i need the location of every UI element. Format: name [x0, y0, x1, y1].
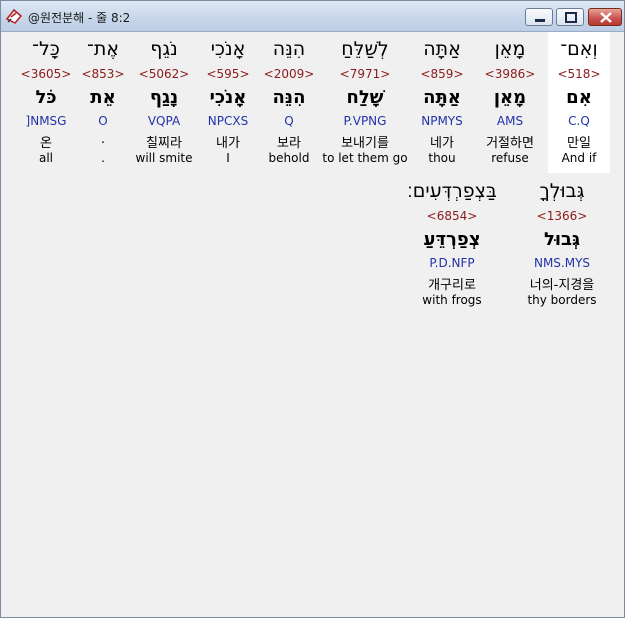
korean-gloss: 보내기를	[341, 136, 389, 151]
korean-gloss: .	[100, 132, 106, 147]
lemma: נָגַף	[149, 87, 179, 108]
lemma: אֵת	[90, 87, 116, 108]
english-gloss: .	[101, 151, 105, 165]
strong-number[interactable]: <7971>	[320, 67, 410, 81]
morphology-code: NPCXS	[207, 114, 249, 128]
english-gloss: thou	[428, 151, 456, 165]
morphology-code: ]NMSG	[25, 114, 67, 128]
restore-icon	[565, 12, 577, 23]
hebrew-word: וְאִם־	[560, 38, 598, 60]
lemma: כֹּל	[35, 87, 57, 108]
hebrew-word: נֹגֵף	[150, 38, 178, 60]
hebrew-word: הִנֵּה	[272, 38, 306, 60]
word-cell[interactable]: כָּל־ <3605> כֹּל ]NMSG 온 all	[17, 32, 75, 173]
word-cell[interactable]: אָנֹכִי <595> אָנֹכִי NPCXS 내가 I	[198, 32, 258, 173]
window-title: @원전분해 - 줄 8:2	[28, 11, 131, 25]
english-gloss: refuse	[491, 151, 529, 165]
english-gloss: behold	[268, 151, 310, 165]
lemma: הִנֵּה	[272, 87, 306, 108]
hebrew-word: אֶת־	[86, 38, 120, 60]
close-icon	[600, 12, 612, 23]
strong-number[interactable]: <859>	[409, 67, 475, 81]
strong-number[interactable]: <3605>	[17, 67, 75, 81]
hebrew-word: גְּבוּלְךָ	[539, 180, 585, 202]
morphology-code: VQPA	[147, 114, 181, 128]
hebrew-word: אָנֹכִי	[210, 38, 246, 60]
strong-number[interactable]: <3986>	[474, 67, 546, 81]
lemma: גְּבוּל	[543, 229, 581, 250]
hebrew-word: לְשַׁלֵּחַ	[341, 38, 389, 60]
korean-gloss: 네가	[430, 136, 454, 151]
english-gloss: to let them go	[322, 151, 408, 165]
hebrew-word: בַּצְפַרְדְּעִים׃	[407, 180, 497, 202]
lemma: מָאֵן	[493, 87, 527, 108]
korean-gloss: 개구리로	[428, 278, 476, 293]
close-button[interactable]	[588, 8, 622, 26]
minimize-icon	[535, 19, 545, 22]
morphology-code: NMS.MYS	[533, 256, 591, 270]
morphology-code: P.D.NFP	[429, 256, 475, 270]
strong-number[interactable]: <853>	[78, 67, 128, 81]
word-cell[interactable]: מָאֵן <3986> מָאֵן AMS 거절하면 refuse	[474, 32, 546, 173]
interlinear-view: וְאִם־ <518> אִם C.Q 만일 And if מָאֵן <39…	[1, 32, 624, 617]
word-cell[interactable]: אֶת־ <853> אֵת O . .	[78, 32, 128, 173]
morphology-code: P.VPNG	[343, 114, 387, 128]
lemma: צְפַרְדֵּעַ	[423, 229, 481, 250]
morphology-code: Q	[284, 114, 294, 128]
korean-gloss: 거절하면	[486, 136, 534, 151]
word-cell[interactable]: בַּצְפַרְדְּעִים׃ <6854> צְפַרְדֵּעַ P.D…	[393, 174, 511, 315]
word-cell[interactable]: אַתָּה <859> אַתָּה NPMYS 네가 thou	[409, 32, 475, 173]
app-icon[interactable]	[5, 7, 23, 25]
korean-gloss: 만일	[567, 136, 591, 151]
english-gloss: all	[38, 151, 54, 165]
app-window: @원전분해 - 줄 8:2 וְאִם־ <518> אִם C.Q 만일 An…	[0, 0, 625, 618]
hebrew-word: אַתָּה	[423, 38, 461, 60]
strong-number[interactable]: <518>	[548, 67, 610, 81]
english-gloss: thy borders	[527, 293, 597, 307]
english-gloss: I	[226, 151, 230, 165]
english-gloss: And if	[561, 151, 597, 165]
word-cell[interactable]: נֹגֵף <5062> נָגַף VQPA 칠찌라 will smite	[132, 32, 196, 173]
lemma: שָׁלַח	[346, 87, 384, 108]
korean-gloss: 내가	[216, 136, 240, 151]
lemma: אָנֹכִי	[209, 87, 247, 108]
hebrew-word: כָּל־	[32, 38, 60, 60]
strong-number[interactable]: <6854>	[393, 209, 511, 223]
korean-gloss: 너의-지경을	[529, 278, 595, 293]
english-gloss: with frogs	[422, 293, 482, 307]
morphology-code: AMS	[496, 114, 524, 128]
word-cell[interactable]: גְּבוּלְךָ <1366> גְּבוּל NMS.MYS 너의-지경을…	[515, 174, 609, 315]
strong-number[interactable]: <5062>	[132, 67, 196, 81]
korean-gloss: 보라	[277, 136, 301, 151]
lemma: אִם	[566, 87, 592, 108]
lemma: אַתָּה	[423, 87, 461, 108]
morphology-code: O	[98, 114, 108, 128]
minimize-button[interactable]	[525, 8, 553, 26]
strong-number[interactable]: <1366>	[515, 209, 609, 223]
word-cell[interactable]: וְאִם־ <518> אִם C.Q 만일 And if	[548, 32, 610, 173]
strong-number[interactable]: <595>	[198, 67, 258, 81]
hebrew-word: מָאֵן	[494, 38, 526, 60]
korean-gloss: 칠찌라	[146, 136, 182, 151]
maximize-button[interactable]	[556, 8, 584, 26]
strong-number[interactable]: <2009>	[260, 67, 318, 81]
korean-gloss: 온	[40, 136, 52, 151]
word-cell[interactable]: הִנֵּה <2009> הִנֵּה Q 보라 behold	[260, 32, 318, 173]
morphology-code: C.Q	[568, 114, 590, 128]
title-bar[interactable]: @원전분해 - 줄 8:2	[1, 1, 624, 32]
english-gloss: will smite	[135, 151, 193, 165]
morphology-code: NPMYS	[421, 114, 463, 128]
word-cell[interactable]: לְשַׁלֵּחַ <7971> שָׁלַח P.VPNG 보내기를 to …	[320, 32, 410, 173]
